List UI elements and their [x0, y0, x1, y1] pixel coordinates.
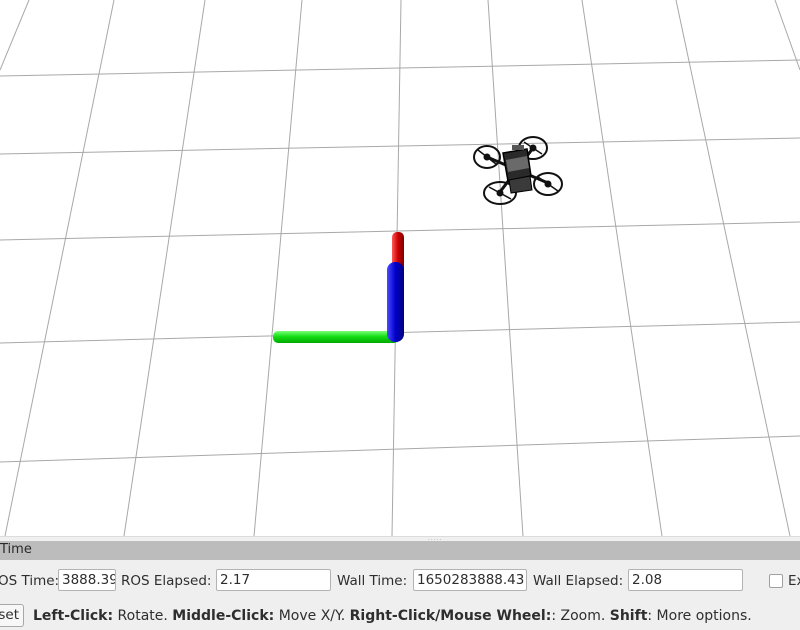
- help-right-click-key: Right-Click/Mouse Wheel:: [349, 608, 552, 624]
- experimental-checkbox[interactable]: [769, 574, 783, 588]
- ros-elapsed-label: ROS Elapsed:: [121, 573, 212, 589]
- ros-elapsed-field[interactable]: 2.17: [216, 569, 331, 591]
- ros-time-field[interactable]: 3888.39: [58, 569, 116, 591]
- scene-svg: [0, 0, 800, 536]
- experimental-label: Ex: [788, 573, 800, 589]
- axis-z-blue: [387, 262, 404, 342]
- help-left-click-action: Rotate.: [113, 608, 173, 624]
- quadcopter-model-icon: [473, 136, 563, 205]
- panel-header: Time: [0, 541, 800, 560]
- help-middle-click-action: Move X/Y.: [274, 608, 350, 624]
- help-right-click-action: : Zoom.: [551, 608, 610, 624]
- axis-y-green: [273, 331, 399, 343]
- coordinate-axes-icon: [273, 232, 404, 343]
- wall-time-label: Wall Time:: [337, 573, 408, 589]
- panel-title: Time: [0, 542, 32, 557]
- help-middle-click-key: Middle-Click:: [172, 608, 275, 624]
- wall-elapsed-field[interactable]: 2.08: [628, 569, 743, 591]
- reset-button[interactable]: set: [0, 604, 24, 627]
- help-left-click-key: Left-Click:: [33, 608, 114, 624]
- 3d-render-viewport[interactable]: [0, 0, 800, 536]
- help-shift-key: Shift: [609, 608, 648, 624]
- help-shift-action: : More options.: [647, 608, 752, 624]
- time-panel: Time OS Time: 3888.39 ROS Elapsed: 2.17 …: [0, 541, 800, 630]
- wall-elapsed-label: Wall Elapsed:: [533, 573, 624, 589]
- ros-time-label: OS Time:: [0, 573, 60, 589]
- wall-time-field[interactable]: 1650283888.43: [413, 569, 527, 591]
- help-text: Left-Click: Rotate. Middle-Click: Move X…: [33, 608, 752, 624]
